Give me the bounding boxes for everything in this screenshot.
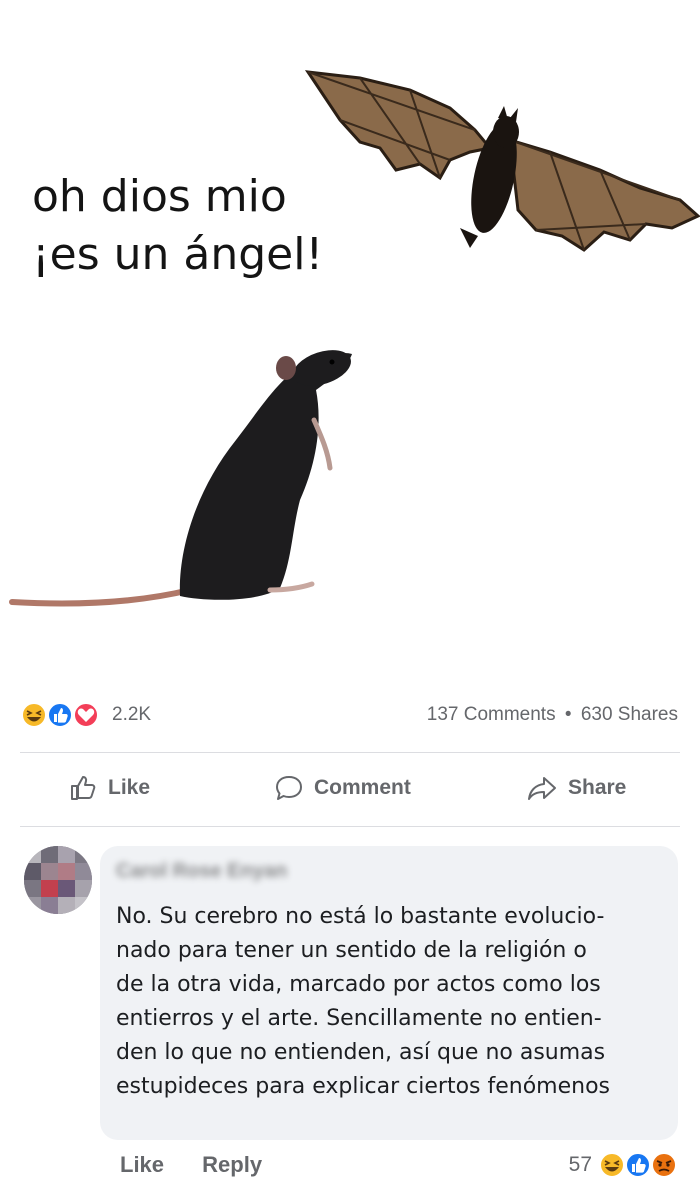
rat-illustration [9, 350, 352, 607]
comment-reaction-icons [599, 1152, 677, 1178]
like-button[interactable]: Like [68, 762, 150, 814]
like-icon [625, 1152, 651, 1178]
like-icon [47, 702, 73, 728]
comments-count[interactable]: 137 Comments [427, 704, 556, 725]
meme-image[interactable]: oh dios mio ¡es un ángel! [0, 0, 700, 680]
share-icon [528, 777, 556, 800]
avatar-pixelated-image [24, 846, 92, 914]
comment-line: den lo que no entienden, así que no asum… [116, 1040, 606, 1065]
love-icon [73, 702, 99, 728]
comment-icon [276, 776, 302, 800]
comment-button[interactable]: Comment [274, 762, 411, 814]
divider-top [20, 752, 680, 753]
bat-illustration [304, 70, 700, 252]
comment-line: estupideces para explicar ciertos fenóme… [116, 1074, 611, 1099]
angry-icon [651, 1152, 677, 1178]
share-button[interactable]: Share [526, 762, 626, 814]
comment-author-name: Carol Rose Enyan [116, 860, 288, 882]
comment-reactions[interactable]: 57 [569, 1150, 680, 1180]
comment-reaction-count: 57 [568, 1153, 592, 1176]
commenter-avatar[interactable] [24, 846, 92, 914]
meme-caption-line-1: oh dios mio [32, 171, 287, 222]
comment-line: nado para tener un sentido de la religió… [116, 938, 587, 963]
meme-caption: oh dios mio ¡es un ángel! [32, 168, 323, 284]
comment-bubble: Carol Rose Enyan No. Su cerebro no está … [100, 846, 678, 1140]
post-stats-bar: 2.2K 137 Comments • 630 Shares [20, 698, 680, 732]
share-button-label: Share [568, 776, 627, 799]
like-button-label: Like [108, 776, 151, 799]
comment-line: No. Su cerebro no está lo bastante evolu… [116, 904, 605, 929]
comment-reply-link[interactable]: Reply [202, 1152, 262, 1177]
divider-bottom [20, 826, 680, 827]
reaction-count[interactable]: 2.2K [112, 704, 151, 726]
haha-icon [599, 1152, 625, 1178]
stats-separator: • [564, 704, 572, 725]
comment-button-label: Comment [314, 776, 411, 799]
reaction-icons[interactable] [20, 700, 106, 730]
meme-caption-line-2: ¡es un ángel! [32, 229, 324, 280]
comment-like-link[interactable]: Like [120, 1152, 164, 1177]
comment-text: No. Su cerebro no está lo bastante evolu… [116, 900, 668, 1104]
comment-actions: Like Reply [120, 1152, 294, 1178]
haha-icon [21, 702, 47, 728]
comments-shares-summary: 137 Comments • 630 Shares [427, 704, 678, 726]
thumbs-up-icon [71, 776, 96, 800]
shares-count[interactable]: 630 Shares [581, 704, 678, 725]
comment-line: entierros y el arte. Sencillamente no en… [116, 1006, 602, 1031]
comment-line: de la otra vida, marcado por actos como … [116, 972, 601, 997]
post-action-bar: Like Comment Share [20, 762, 680, 814]
